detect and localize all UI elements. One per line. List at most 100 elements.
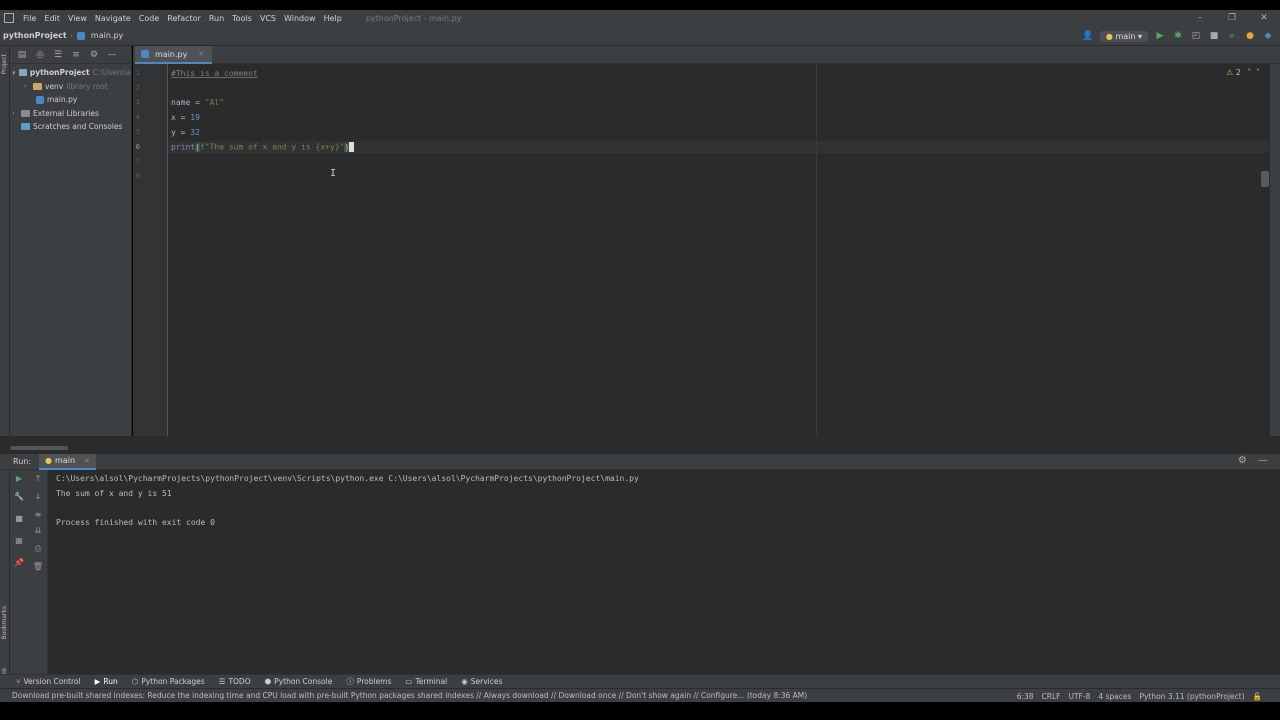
project-horizontal-scrollbar[interactable]	[10, 446, 68, 450]
tree-item-venv[interactable]: › venv library root	[10, 80, 131, 94]
tree-item-main-py[interactable]: main.py	[10, 93, 131, 107]
search-icon[interactable]: ⌕	[1226, 31, 1238, 41]
tree-item-external-libraries[interactable]: › External Libraries	[10, 107, 131, 121]
menu-vcs[interactable]: VCS	[256, 14, 280, 23]
caret-position[interactable]: 6:38	[1017, 692, 1034, 701]
tool-problems[interactable]: ⓘ Problems	[346, 676, 391, 687]
status-message[interactable]: Download pre-built shared indexes: Reduc…	[12, 691, 807, 700]
number-token: 32	[190, 128, 200, 137]
run-icon[interactable]: ▶	[1154, 31, 1166, 41]
menu-view[interactable]: View	[64, 14, 91, 23]
pycharm-logo-icon[interactable]	[4, 13, 14, 23]
line-separator[interactable]: CRLF	[1042, 692, 1061, 701]
coverage-icon[interactable]: ◰	[1190, 31, 1202, 41]
wrench-icon[interactable]: 🔧	[13, 492, 25, 501]
bookmarks-tool-tab[interactable]: Bookmarks	[1, 606, 8, 640]
updates-icon[interactable]: ●	[1244, 31, 1256, 41]
menu-tools[interactable]: Tools	[228, 14, 256, 23]
terminal-icon: ▭	[405, 677, 413, 686]
scroll-up-icon[interactable]: ↑	[32, 474, 44, 483]
line-number: 7	[135, 157, 140, 165]
project-toolbar: ▤ ◎ ☰ ≡ ⚙ —	[10, 46, 131, 64]
tree-item-scratches[interactable]: Scratches and Consoles	[10, 120, 131, 134]
packages-icon: ⬡	[131, 677, 139, 686]
menu-window[interactable]: Window	[280, 14, 320, 23]
code-editor[interactable]: #This is a comment name = "Al" x = 19 y …	[168, 64, 1280, 436]
services-icon: ◉	[461, 677, 468, 686]
pin-icon[interactable]: 📌	[13, 558, 25, 567]
menu-navigate[interactable]: Navigate	[91, 14, 135, 23]
hide-icon[interactable]: —	[1258, 455, 1268, 466]
locate-icon[interactable]: ◎	[34, 50, 46, 60]
project-tool-tab[interactable]: Project	[1, 54, 8, 75]
run-console[interactable]: C:\Users\alsol\PycharmProjects\pythonPro…	[48, 470, 1280, 674]
scroll-to-end-icon[interactable]: ⇊	[32, 526, 44, 535]
gear-icon[interactable]: ⚙	[1238, 455, 1247, 466]
stop-icon[interactable]: ■	[1208, 31, 1220, 41]
minimize-icon[interactable]: –	[1184, 13, 1216, 23]
tree-item-project-root[interactable]: ▾ pythonProject C:\Users\a	[10, 66, 131, 80]
project-view-icon[interactable]: ▤	[16, 50, 28, 60]
scroll-down-icon[interactable]: ↓	[32, 492, 44, 501]
breadcrumb-project[interactable]: pythonProject	[0, 31, 70, 40]
run-tab-main[interactable]: ● main ✕	[39, 453, 96, 470]
soft-wrap-icon[interactable]: ≡	[32, 510, 44, 519]
debug-icon[interactable]: ✱	[1172, 31, 1184, 41]
print-icon[interactable]: ⎙	[32, 544, 44, 554]
ide-logo-icon[interactable]: ◆	[1262, 31, 1274, 41]
window-title: pythonProject - main.py	[365, 13, 462, 23]
tool-label: Problems	[356, 677, 392, 686]
stop-icon[interactable]: ■	[13, 514, 25, 523]
tool-services[interactable]: ◉ Services	[461, 677, 502, 686]
lock-icon[interactable]: 🔓	[1253, 692, 1262, 701]
run-panel-header: Run: ● main ✕	[0, 453, 1280, 470]
scratches-icon	[21, 123, 30, 131]
layout-icon[interactable]: ▦	[13, 536, 25, 545]
run-configuration-select[interactable]: ● main ▾	[1099, 30, 1148, 42]
line-number-current: 6	[135, 143, 140, 151]
trash-icon[interactable]: 🗑	[32, 562, 44, 571]
chevron-down-icon[interactable]: ▾	[12, 69, 19, 77]
hide-icon[interactable]: —	[106, 50, 118, 60]
menu-help[interactable]: Help	[320, 14, 346, 23]
tool-python-console[interactable]: ⬢ Python Console	[265, 677, 333, 686]
line-number: 1	[135, 69, 140, 77]
python-interpreter[interactable]: Python 3.11 (pythonProject)	[1139, 692, 1244, 701]
tool-terminal[interactable]: ▭ Terminal	[405, 677, 447, 686]
line-number: 3	[135, 98, 140, 106]
user-icon[interactable]: 👤	[1082, 31, 1094, 41]
file-encoding[interactable]: UTF-8	[1068, 692, 1090, 701]
editor-scrollbar[interactable]	[1261, 171, 1269, 187]
gear-icon[interactable]: ⚙	[88, 50, 100, 60]
menu-run[interactable]: Run	[205, 14, 228, 23]
breadcrumb-file[interactable]: main.py	[88, 31, 126, 40]
indent-setting[interactable]: 4 spaces	[1098, 692, 1131, 701]
run-tab-label: main	[55, 456, 76, 465]
tree-item-label: External Libraries	[33, 108, 99, 118]
chevron-up-icon[interactable]: ˄	[1247, 68, 1251, 77]
collapse-all-icon[interactable]: ≡	[70, 50, 82, 60]
tool-label: Terminal	[415, 677, 448, 686]
tool-version-control[interactable]: ⑂ Version Control	[16, 677, 81, 686]
menu-refactor[interactable]: Refactor	[163, 14, 205, 23]
restore-icon[interactable]: ❐	[1216, 13, 1248, 23]
run-configuration-label: main	[1115, 31, 1136, 41]
editor-tab-main-py[interactable]: main.py ✕	[135, 46, 213, 64]
close-tab-icon[interactable]: ✕	[198, 50, 204, 58]
chevron-right-icon[interactable]: ›	[24, 82, 33, 90]
rerun-icon[interactable]: ▶	[13, 474, 25, 483]
expand-all-icon[interactable]: ☰	[52, 50, 64, 60]
close-icon[interactable]: ✕	[1248, 13, 1280, 23]
operator-token: =	[175, 128, 191, 137]
menu-edit[interactable]: Edit	[40, 14, 64, 23]
tool-todo[interactable]: ☰ TODO	[219, 677, 251, 686]
chevron-right-icon[interactable]: ›	[12, 109, 21, 117]
python-file-icon	[76, 31, 85, 40]
tool-run[interactable]: ▶ Run	[95, 677, 118, 686]
inspection-widget[interactable]: ⚠ 2 ˄ ˅	[1226, 68, 1260, 77]
menu-code[interactable]: Code	[135, 14, 163, 23]
close-tab-icon[interactable]: ✕	[84, 457, 90, 465]
tool-python-packages[interactable]: ⬡ Python Packages	[132, 677, 205, 686]
menu-file[interactable]: File	[19, 14, 40, 23]
chevron-down-icon[interactable]: ˅	[1256, 68, 1260, 77]
